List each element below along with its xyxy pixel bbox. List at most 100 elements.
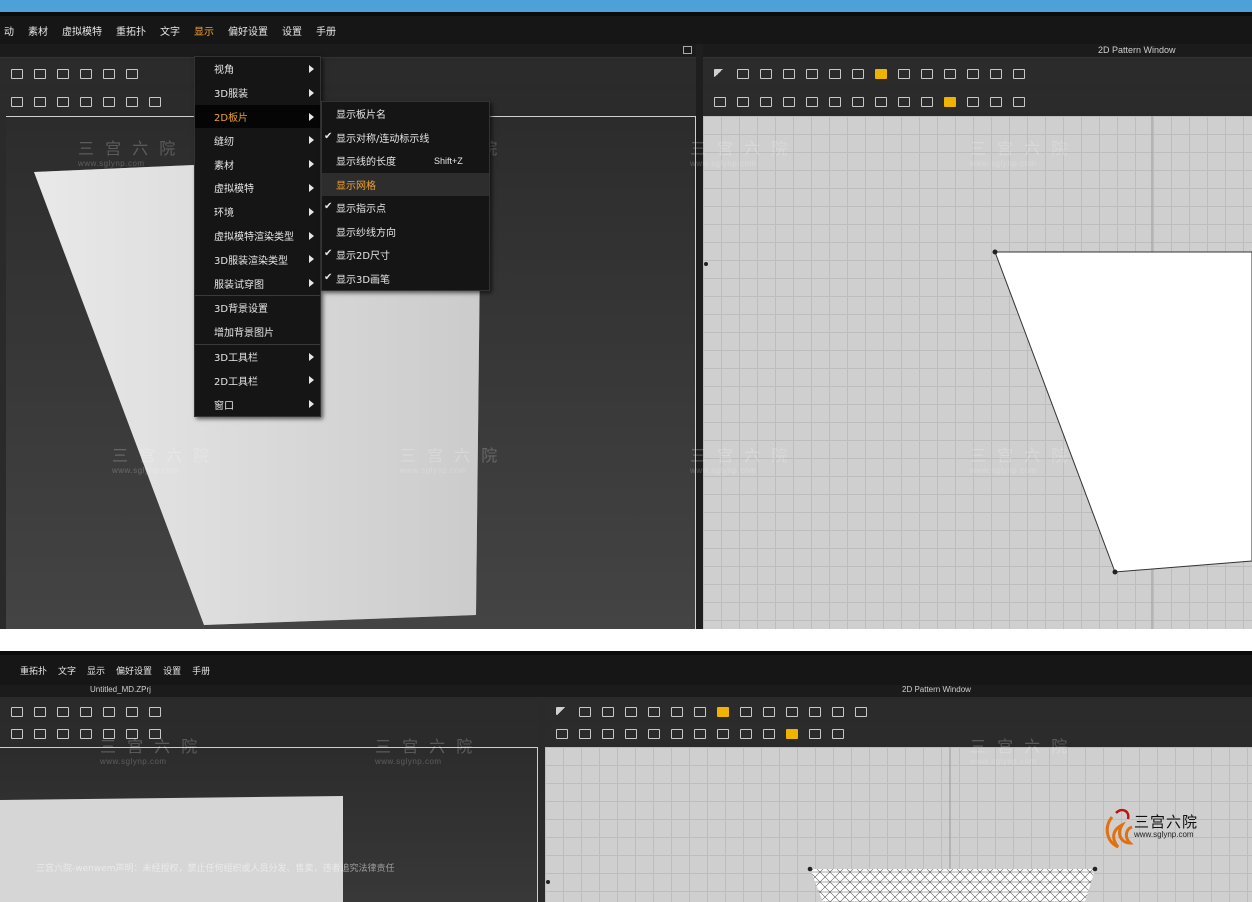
tool-icon[interactable] xyxy=(123,726,139,740)
grid-icon[interactable] xyxy=(1010,66,1026,80)
menu-item[interactable]: 偏好设置 xyxy=(116,664,152,677)
tool-icon[interactable] xyxy=(987,94,1003,108)
submenu-item-show-notches[interactable]: ✔ 显示指示点 xyxy=(322,196,489,220)
tool-icon[interactable] xyxy=(806,704,822,718)
submenu-item-show-3d-brush[interactable]: ✔ 显示3D画笔 xyxy=(322,267,489,291)
tool-icon[interactable] xyxy=(941,66,957,80)
tool-icon[interactable] xyxy=(599,704,615,718)
tool-icon[interactable] xyxy=(576,704,592,718)
menu-item-add-background-image[interactable]: 增加背景图片 xyxy=(195,320,320,344)
tool-icon[interactable] xyxy=(54,726,70,740)
tool-icon[interactable] xyxy=(737,704,753,718)
tool-icon[interactable] xyxy=(803,94,819,108)
grid-icon[interactable] xyxy=(852,704,868,718)
tool-icon[interactable] xyxy=(780,94,796,108)
dock-icon[interactable] xyxy=(683,46,692,54)
tool-icon[interactable] xyxy=(8,66,24,80)
menu-item-3d-toolbar[interactable]: 3D工具栏 xyxy=(195,345,320,369)
menu-item[interactable]: 手册 xyxy=(316,23,336,38)
grid-icon[interactable] xyxy=(987,66,1003,80)
tool-icon[interactable] xyxy=(783,704,799,718)
tool-icon[interactable] xyxy=(918,94,934,108)
folder-icon[interactable] xyxy=(714,704,730,718)
tool-icon[interactable] xyxy=(714,726,730,740)
tool-icon[interactable] xyxy=(964,94,980,108)
tool-icon[interactable] xyxy=(806,726,822,740)
menu-item-avatar-render-type[interactable]: 虚拟模特渲染类型 xyxy=(195,224,320,248)
menu-item-garment-render-type[interactable]: 3D服装渲染类型 xyxy=(195,247,320,271)
menu-item-sewing[interactable]: 缝纫 xyxy=(195,128,320,152)
tool-icon[interactable] xyxy=(123,94,139,108)
tool-icon[interactable] xyxy=(737,726,753,740)
view-separator[interactable] xyxy=(696,44,703,629)
grid-icon[interactable] xyxy=(829,704,845,718)
tool-icon[interactable] xyxy=(100,66,116,80)
tool-icon[interactable] xyxy=(711,66,727,80)
submenu-item-show-pattern-name[interactable]: 显示板片名 xyxy=(322,102,489,126)
tool-icon[interactable] xyxy=(54,66,70,80)
tool-icon[interactable] xyxy=(77,94,93,108)
tool-icon[interactable] xyxy=(849,94,865,108)
tool-icon[interactable] xyxy=(757,94,773,108)
menu-item-display[interactable]: 显示 xyxy=(87,664,105,677)
tool-icon[interactable] xyxy=(100,94,116,108)
tool-icon[interactable] xyxy=(100,726,116,740)
menu-item-3d-background[interactable]: 3D背景设置 xyxy=(195,296,320,320)
tool-icon[interactable] xyxy=(829,726,845,740)
tool-icon[interactable] xyxy=(146,94,162,108)
submenu-item-show-line-length[interactable]: 显示线的长度 Shift+Z xyxy=(322,149,489,173)
tool-icon[interactable] xyxy=(711,94,727,108)
menu-item[interactable]: 素材 xyxy=(28,23,48,38)
menu-item[interactable]: 设置 xyxy=(163,664,181,677)
menu-item[interactable]: 动 xyxy=(4,23,14,38)
tool-icon[interactable] xyxy=(645,704,661,718)
menu-item[interactable]: 文字 xyxy=(160,23,180,38)
tool-icon[interactable] xyxy=(668,726,684,740)
tool-icon[interactable] xyxy=(691,704,707,718)
3d-garment-viewport[interactable] xyxy=(0,747,538,902)
tool-icon[interactable] xyxy=(31,94,47,108)
menu-item[interactable]: 重拓扑 xyxy=(20,664,47,677)
tool-icon[interactable] xyxy=(826,66,842,80)
submenu-item-show-grain-line[interactable]: 显示纱线方向 xyxy=(322,220,489,244)
tool-icon[interactable] xyxy=(576,726,592,740)
submenu-item-show-grid[interactable]: 显示网格 xyxy=(322,172,489,196)
tool-icon[interactable] xyxy=(622,704,638,718)
menu-item-view[interactable]: 视角 xyxy=(195,57,320,81)
menu-item[interactable]: 文字 xyxy=(58,664,76,677)
menu-item-fit-map[interactable]: 服装试穿图 xyxy=(195,271,320,295)
tool-icon[interactable] xyxy=(100,704,116,718)
menu-item-material[interactable]: 素材 xyxy=(195,152,320,176)
tool-icon[interactable] xyxy=(872,94,888,108)
tool-icon[interactable] xyxy=(123,704,139,718)
2d-pattern-viewport[interactable] xyxy=(703,116,1252,629)
tool-icon[interactable] xyxy=(691,726,707,740)
tool-icon[interactable] xyxy=(895,66,911,80)
tool-icon[interactable] xyxy=(77,66,93,80)
folder-icon[interactable] xyxy=(872,66,888,80)
tool-icon[interactable] xyxy=(123,66,139,80)
tool-icon[interactable] xyxy=(668,704,684,718)
tool-icon[interactable] xyxy=(54,704,70,718)
tool-icon[interactable] xyxy=(77,726,93,740)
tool-icon[interactable] xyxy=(31,726,47,740)
tool-icon[interactable] xyxy=(757,66,773,80)
tool-icon[interactable] xyxy=(734,66,750,80)
tool-icon[interactable] xyxy=(77,704,93,718)
pin-icon[interactable] xyxy=(783,726,799,740)
tool-icon[interactable] xyxy=(8,726,24,740)
tool-icon[interactable] xyxy=(1010,94,1026,108)
menu-item-2d-pattern[interactable]: 2D板片 xyxy=(195,104,320,129)
tool-icon[interactable] xyxy=(964,66,980,80)
tool-icon[interactable] xyxy=(553,726,569,740)
menu-item-avatar[interactable]: 虚拟模特 xyxy=(195,176,320,200)
tool-icon[interactable] xyxy=(146,726,162,740)
menu-item-3d-garment[interactable]: 3D服装 xyxy=(195,81,320,105)
tool-icon[interactable] xyxy=(31,66,47,80)
menu-item-display[interactable]: 显示 xyxy=(194,23,214,38)
menu-item[interactable]: 设置 xyxy=(282,23,302,38)
menu-item-2d-toolbar[interactable]: 2D工具栏 xyxy=(195,368,320,392)
tool-icon[interactable] xyxy=(803,66,819,80)
tool-icon[interactable] xyxy=(553,704,569,718)
menu-item[interactable]: 手册 xyxy=(192,664,210,677)
